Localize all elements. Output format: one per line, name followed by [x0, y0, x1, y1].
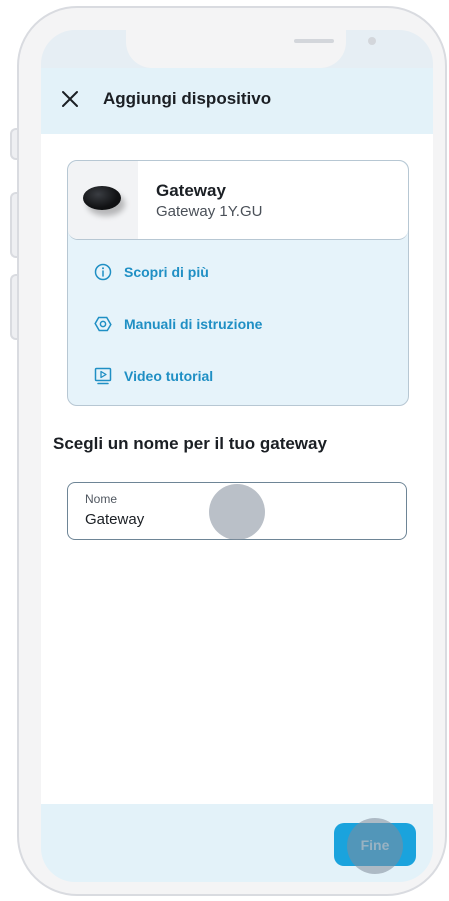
main-content: Gateway Gateway 1Y.GU Scopri di più Manu…	[41, 134, 433, 804]
name-field[interactable]: Nome	[67, 482, 407, 540]
speaker-grille	[294, 39, 334, 43]
link-video-tutorial-label: Video tutorial	[124, 368, 214, 384]
close-icon[interactable]	[61, 90, 79, 108]
app-bar: Aggiungi dispositivo	[41, 68, 433, 134]
section-title: Scegli un nome per il tuo gateway	[53, 434, 327, 453]
name-field-label: Nome	[85, 492, 118, 506]
page-title: Aggiungi dispositivo	[103, 89, 272, 108]
link-learn-more[interactable]: Scopri di più	[94, 261, 209, 283]
phone-mockup: Aggiungi dispositivo Gateway Gateway 1Y.…	[0, 0, 449, 901]
link-video-tutorial[interactable]: Video tutorial	[94, 365, 213, 387]
link-manuals[interactable]: Manuali di istruzione	[94, 313, 262, 335]
front-camera	[368, 37, 376, 45]
name-input[interactable]	[85, 511, 385, 528]
gateway-device-icon	[83, 186, 121, 210]
notch	[126, 30, 376, 68]
status-bar	[41, 30, 433, 68]
device-card: Gateway Gateway 1Y.GU Scopri di più Manu…	[67, 160, 409, 406]
done-button[interactable]: Fine	[334, 823, 416, 866]
link-learn-more-label: Scopri di più	[124, 264, 209, 280]
manual-hexagon-icon	[94, 316, 112, 332]
info-icon	[94, 263, 112, 281]
bottom-bar: Fine	[41, 804, 433, 882]
link-manuals-label: Manuali di istruzione	[124, 316, 263, 332]
device-model: Gateway 1Y.GU	[156, 203, 263, 220]
phone-screen: Aggiungi dispositivo Gateway Gateway 1Y.…	[41, 30, 433, 882]
device-image	[68, 161, 138, 239]
device-header: Gateway Gateway 1Y.GU	[68, 161, 408, 240]
device-name: Gateway	[156, 181, 226, 200]
video-play-icon	[94, 367, 112, 385]
